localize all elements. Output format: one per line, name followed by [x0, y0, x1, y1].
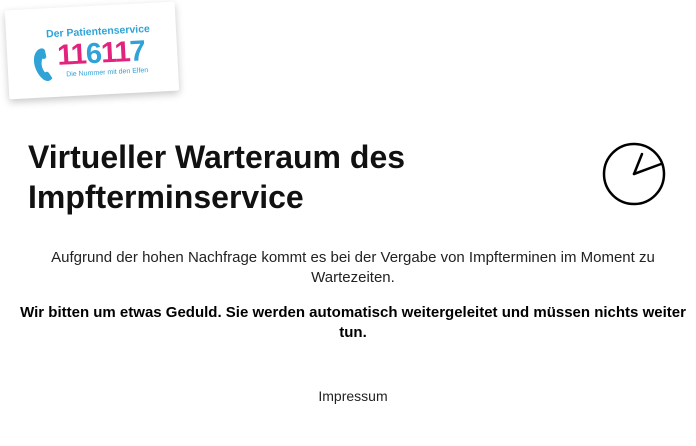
page-title: Virtueller Warteraum des Impfterminservi… — [28, 139, 406, 215]
intro-text: Aufgrund der hohen Nachfrage kommt es be… — [51, 249, 655, 286]
waiting-room-page: Der Patientenservice 116117 Die Nummer m… — [0, 0, 696, 446]
logo-number: 116117 — [56, 35, 145, 72]
logo-116117: Der Patientenservice 116117 Die Nummer m… — [4, 1, 180, 100]
notice-text: Wir bitten um etwas Geduld. Sie werden a… — [20, 304, 686, 341]
logo-graphic: Der Patientenservice 116117 Die Nummer m… — [33, 23, 150, 81]
impressum-link[interactable]: Impressum — [0, 388, 696, 404]
clock-icon — [602, 142, 666, 206]
phone-icon — [33, 48, 53, 81]
